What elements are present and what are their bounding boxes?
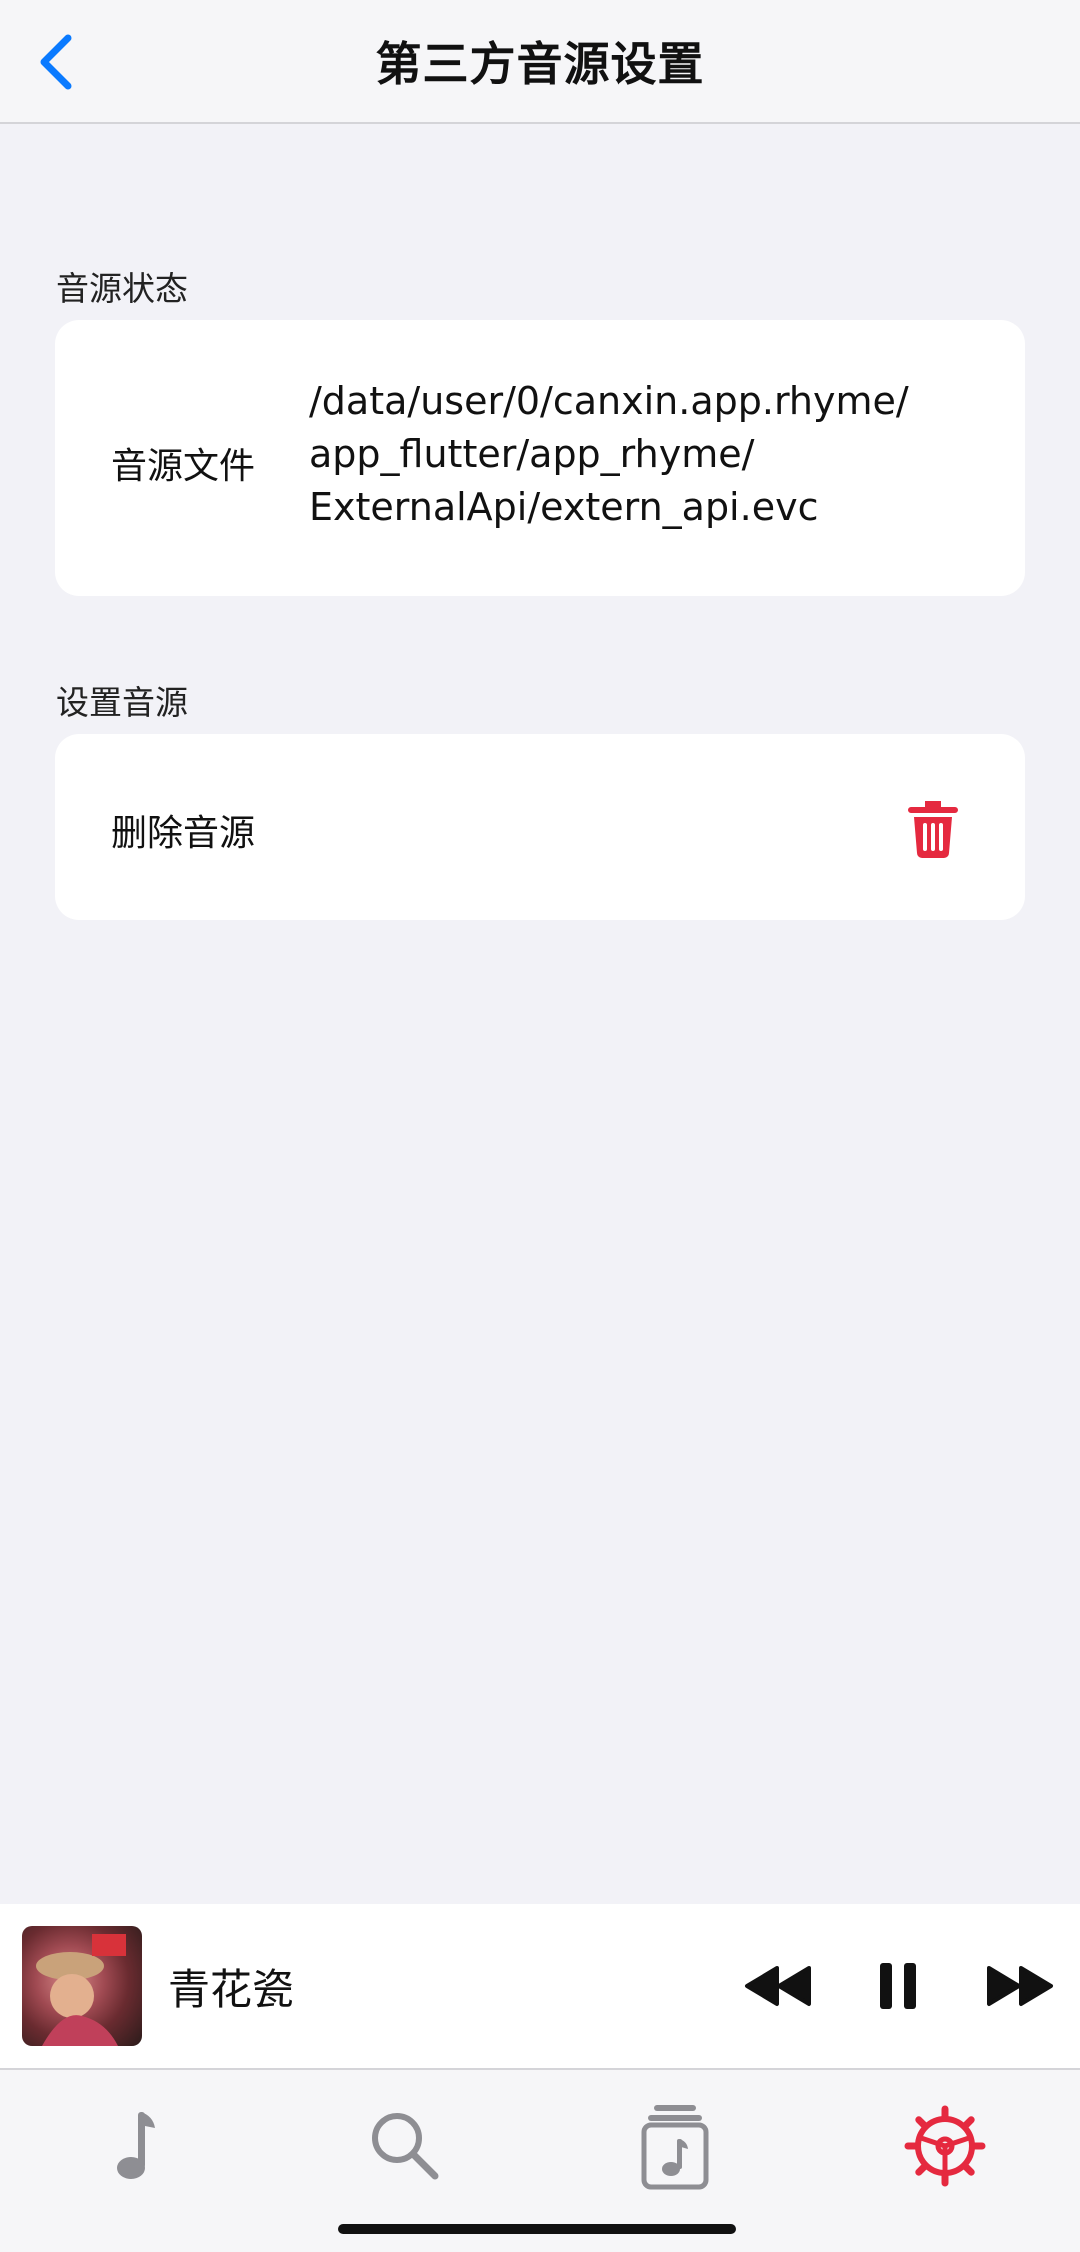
song-title: 青花瓷 bbox=[168, 1964, 295, 2014]
delete-source-row[interactable]: 删除音源 bbox=[55, 734, 1025, 920]
section-title-settings: 设置音源 bbox=[56, 683, 188, 722]
fast-forward-icon bbox=[987, 1966, 1053, 2006]
source-file-path-line: app_flutter/app_rhyme/ bbox=[309, 432, 755, 476]
tab-settings[interactable] bbox=[890, 2096, 1000, 2196]
search-icon bbox=[372, 2113, 439, 2180]
tab-search[interactable] bbox=[350, 2096, 460, 2196]
pause-button[interactable] bbox=[870, 1946, 926, 2026]
page-title: 第三方音源设置 bbox=[375, 37, 705, 91]
tab-playlist[interactable] bbox=[620, 2096, 730, 2196]
rewind-button[interactable] bbox=[740, 1946, 816, 2026]
trash-icon bbox=[908, 801, 958, 858]
tab-music[interactable] bbox=[80, 2096, 190, 2196]
source-status-card: 音源文件 /data/user/0/canxin.app.rhyme/ app_… bbox=[55, 320, 1025, 596]
fast-forward-button[interactable] bbox=[982, 1946, 1058, 2026]
delete-source-label: 删除音源 bbox=[111, 813, 256, 854]
pause-icon bbox=[880, 1963, 916, 2009]
source-file-path: /data/user/0/canxin.app.rhyme/ app_flutt… bbox=[309, 375, 909, 534]
album-art[interactable] bbox=[22, 1926, 142, 2046]
mini-player[interactable]: 青花瓷 bbox=[0, 1904, 1080, 2070]
album-art-image bbox=[36, 1934, 126, 2046]
delete-source-button[interactable] bbox=[901, 794, 965, 862]
source-file-label: 音源文件 bbox=[111, 446, 256, 487]
navigation-bar: 第三方音源设置 bbox=[0, 0, 1080, 124]
section-title-status: 音源状态 bbox=[56, 269, 188, 308]
music-note-icon bbox=[117, 2112, 155, 2179]
rewind-icon bbox=[745, 1966, 811, 2006]
playlist-icon bbox=[641, 2105, 709, 2190]
source-file-path-line: ExternalApi/extern_api.evc bbox=[309, 485, 819, 529]
home-indicator[interactable] bbox=[338, 2224, 736, 2234]
settings-icon bbox=[904, 2105, 986, 2187]
source-file-path-line: /data/user/0/canxin.app.rhyme/ bbox=[309, 379, 909, 423]
